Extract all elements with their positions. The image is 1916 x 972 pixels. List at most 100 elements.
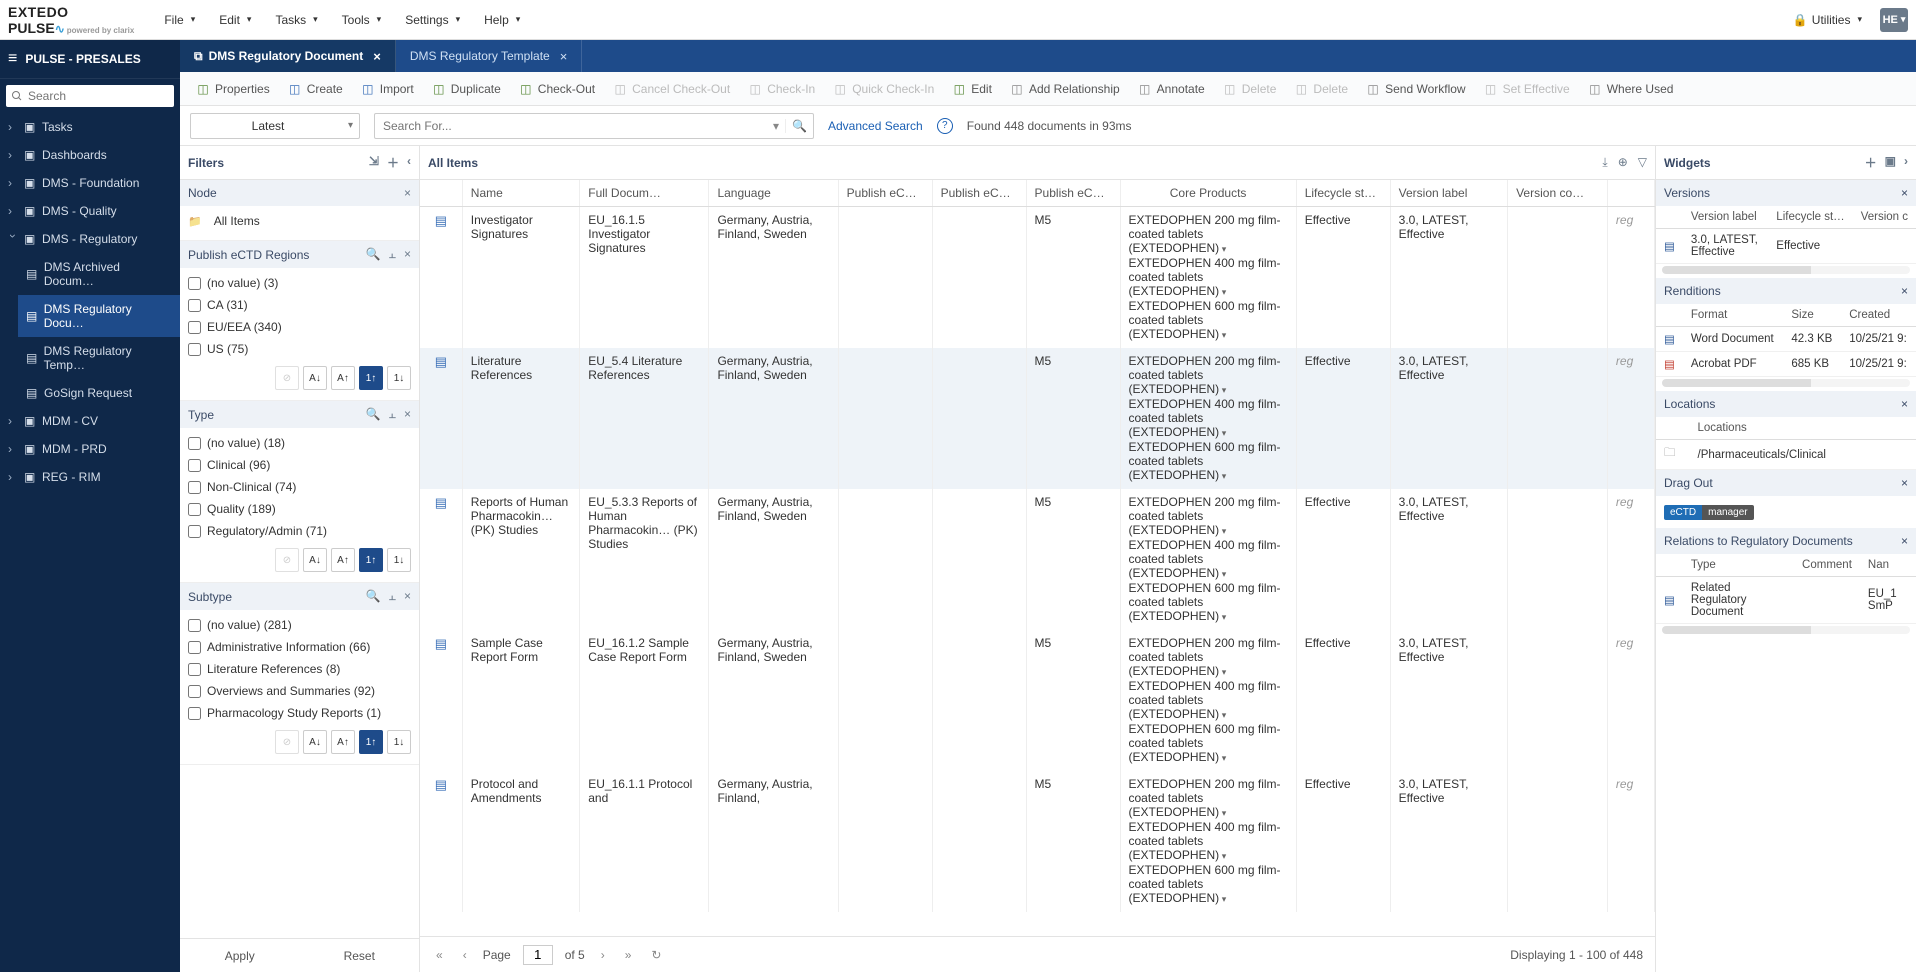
tab-dms-regulatory-template[interactable]: DMS Regulatory Template <box>396 40 582 72</box>
search-icon[interactable]: 🔍 <box>366 407 381 422</box>
menu-settings[interactable]: Settings <box>395 7 470 33</box>
user-menu[interactable]: HE <box>1880 8 1908 32</box>
close-icon[interactable]: × <box>1901 186 1908 200</box>
help-icon[interactable]: ? <box>937 118 953 134</box>
column-header[interactable]: Core Products <box>1120 180 1296 207</box>
reset-button[interactable]: Reset <box>300 939 420 972</box>
tool-create[interactable]: ◫Create <box>280 78 351 100</box>
search-icon[interactable]: 🔍 <box>366 589 381 604</box>
sort-az-asc[interactable]: A↓ <box>303 730 327 754</box>
product-item[interactable]: EXTEDOPHEN 400 mg film-coated tablets (E… <box>1129 256 1288 299</box>
column-header[interactable]: Publish eC… <box>932 180 1026 207</box>
view-dropdown[interactable]: Latest <box>190 113 360 139</box>
column-header[interactable]: Language <box>709 180 838 207</box>
filter-option[interactable]: Administrative Information (66) <box>188 636 411 658</box>
tool-properties[interactable]: ◫Properties <box>188 78 278 100</box>
filter-icon[interactable]: ▽ <box>1638 155 1647 170</box>
nav-item[interactable]: ▣Tasks <box>0 113 180 141</box>
close-icon[interactable]: × <box>404 186 411 200</box>
table-row[interactable]: Protocol and AmendmentsEU_16.1.1 Protoco… <box>420 771 1655 912</box>
product-item[interactable]: EXTEDOPHEN 400 mg film-coated tablets (E… <box>1129 538 1288 581</box>
node-all-items[interactable]: All Items <box>188 210 411 232</box>
product-item[interactable]: EXTEDOPHEN 200 mg film-coated tablets (E… <box>1129 213 1288 256</box>
sort-num-desc[interactable]: 1↓ <box>387 548 411 572</box>
next-page-icon[interactable]: › <box>597 946 609 964</box>
filter-option[interactable]: Clinical (96) <box>188 454 411 476</box>
sort-num-desc[interactable]: 1↓ <box>387 366 411 390</box>
table-row[interactable]: Acrobat PDF685 KB10/25/21 9: <box>1656 352 1916 377</box>
product-item[interactable]: EXTEDOPHEN 600 mg film-coated tablets (E… <box>1129 440 1288 483</box>
table-row[interactable]: Related Regulatory DocumentEU_1 SmP <box>1656 577 1916 624</box>
filter-option[interactable]: Pharmacology Study Reports (1) <box>188 702 411 724</box>
menu-tools[interactable]: Tools <box>332 7 392 33</box>
tool-edit[interactable]: ◫Edit <box>944 78 1000 100</box>
filter-checkbox[interactable] <box>188 459 201 472</box>
tool-where-used[interactable]: ◫Where Used <box>1580 78 1682 100</box>
last-page-icon[interactable]: » <box>621 946 636 964</box>
column-header[interactable]: Full Docum… <box>580 180 709 207</box>
sort-num-asc[interactable]: 1↑ <box>359 548 383 572</box>
filter-checkbox[interactable] <box>188 619 201 632</box>
product-item[interactable]: EXTEDOPHEN 600 mg film-coated tablets (E… <box>1129 722 1288 765</box>
product-item[interactable]: EXTEDOPHEN 600 mg film-coated tablets (E… <box>1129 863 1288 906</box>
collapse-icon[interactable]: ‹ <box>407 154 411 171</box>
nav-item[interactable]: ▣MDM - PRD <box>0 435 180 463</box>
filter-option[interactable]: EU/EEA (340) <box>188 316 411 338</box>
apply-button[interactable]: Apply <box>180 939 300 972</box>
add-filter-icon[interactable]: ＋ <box>387 154 399 171</box>
tool-annotate[interactable]: ◫Annotate <box>1130 78 1213 100</box>
nav-search-input[interactable] <box>6 85 174 107</box>
ectd-manager-badge[interactable]: eCTDmanager <box>1664 505 1754 520</box>
close-icon[interactable] <box>556 49 568 64</box>
filter-checkbox[interactable] <box>188 707 201 720</box>
nav-subitem[interactable]: ▤DMS Regulatory Temp… <box>18 337 180 379</box>
product-item[interactable]: EXTEDOPHEN 400 mg film-coated tablets (E… <box>1129 679 1288 722</box>
menu-file[interactable]: File <box>154 7 205 33</box>
menu-edit[interactable]: Edit <box>209 7 261 33</box>
refresh-icon[interactable]: ↻ <box>647 946 665 964</box>
filter-option[interactable]: Literature References (8) <box>188 658 411 680</box>
table-row[interactable]: Sample Case Report FormEU_16.1.2 Sample … <box>420 630 1655 771</box>
filter-option[interactable]: Quality (189) <box>188 498 411 520</box>
filter-checkbox[interactable] <box>188 437 201 450</box>
product-item[interactable]: EXTEDOPHEN 600 mg film-coated tablets (E… <box>1129 299 1288 342</box>
product-item[interactable]: EXTEDOPHEN 400 mg film-coated tablets (E… <box>1129 820 1288 863</box>
image-icon[interactable]: ▣ <box>1885 154 1896 171</box>
product-item[interactable]: EXTEDOPHEN 200 mg film-coated tablets (E… <box>1129 495 1288 538</box>
close-icon[interactable]: × <box>1901 397 1908 411</box>
tool-send-workflow[interactable]: ◫Send Workflow <box>1358 78 1473 100</box>
sort-az-asc[interactable]: A↓ <box>303 366 327 390</box>
menu-help[interactable]: Help <box>474 7 530 33</box>
menu-tasks[interactable]: Tasks <box>265 7 327 33</box>
filter-checkbox[interactable] <box>188 525 201 538</box>
tool-add-relationship[interactable]: ◫Add Relationship <box>1002 78 1128 100</box>
column-header[interactable] <box>1607 180 1654 207</box>
filter-checkbox[interactable] <box>188 641 201 654</box>
chart-icon[interactable]: ⫠ <box>389 407 396 422</box>
first-page-icon[interactable]: « <box>432 946 447 964</box>
filter-checkbox[interactable] <box>188 503 201 516</box>
table-row[interactable]: Literature ReferencesEU_5.4 Literature R… <box>420 348 1655 489</box>
filter-checkbox[interactable] <box>188 481 201 494</box>
column-header[interactable]: Publish eC… <box>838 180 932 207</box>
close-icon[interactable] <box>369 49 381 64</box>
nav-item[interactable]: ▣DMS - Foundation <box>0 169 180 197</box>
column-header[interactable]: Name <box>462 180 579 207</box>
tool-duplicate[interactable]: ◫Duplicate <box>424 78 509 100</box>
filter-checkbox[interactable] <box>188 343 201 356</box>
close-icon[interactable]: × <box>1901 476 1908 490</box>
filter-option[interactable]: (no value) (18) <box>188 432 411 454</box>
column-header[interactable] <box>420 180 462 207</box>
filter-option[interactable]: CA (31) <box>188 294 411 316</box>
sort-az-desc[interactable]: A↑ <box>331 548 355 572</box>
filter-checkbox[interactable] <box>188 321 201 334</box>
close-icon[interactable]: × <box>1901 534 1908 548</box>
filter-option[interactable]: Regulatory/Admin (71) <box>188 520 411 542</box>
filter-checkbox[interactable] <box>188 277 201 290</box>
table-row[interactable]: 3.0, LATEST, EffectiveEffective <box>1656 229 1916 264</box>
nav-item[interactable]: ▣REG - RIM <box>0 463 180 491</box>
sort-num-desc[interactable]: 1↓ <box>387 730 411 754</box>
close-icon[interactable]: × <box>404 407 411 422</box>
tool-check-out[interactable]: ◫Check-Out <box>511 78 603 100</box>
sort-az-desc[interactable]: A↑ <box>331 366 355 390</box>
